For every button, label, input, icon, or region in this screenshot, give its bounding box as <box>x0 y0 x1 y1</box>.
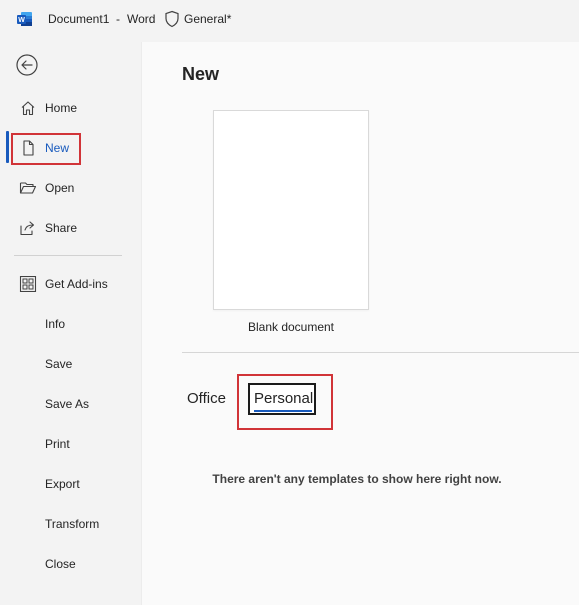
sidebar-item-info[interactable]: Info <box>0 308 140 340</box>
sidebar-item-export[interactable]: Export <box>0 468 140 500</box>
section-divider <box>182 352 579 353</box>
document-name[interactable]: Document1 <box>48 12 109 26</box>
sidebar-item-label: Close <box>45 557 76 571</box>
sidebar-item-label: Home <box>45 101 78 115</box>
highlight-box-new <box>11 133 81 165</box>
back-arrow-icon[interactable] <box>14 52 40 78</box>
svg-text:W: W <box>18 17 25 24</box>
sidebar-item-print[interactable]: Print <box>0 428 140 460</box>
blank-document-label[interactable]: Blank document <box>213 320 369 334</box>
sidebar-item-label: Get Add-ins <box>45 277 108 291</box>
new-page-content: New Blank document Office Personal There… <box>141 42 579 605</box>
sidebar-item-label: Info <box>45 317 66 331</box>
sidebar-item-label: Save <box>45 357 73 371</box>
sidebar-item-label: Print <box>45 437 70 451</box>
sidebar-item-home[interactable]: Home <box>0 92 140 124</box>
title-bar: W Document1 - Word General* <box>0 0 579 40</box>
sidebar-item-close[interactable]: Close <box>0 548 140 580</box>
sidebar-item-save[interactable]: Save <box>0 348 140 380</box>
page-title: New <box>182 64 220 84</box>
sidebar-item-label: Save As <box>45 397 90 411</box>
blank-document-thumbnail[interactable] <box>213 110 369 310</box>
sidebar-item-transform[interactable]: Transform <box>0 508 140 540</box>
share-icon <box>20 221 35 236</box>
home-icon <box>21 101 35 116</box>
sidebar-item-label: Share <box>45 221 78 235</box>
sidebar-item-open[interactable]: Open <box>0 172 140 204</box>
app-name: Word <box>127 12 156 26</box>
sidebar-divider <box>14 255 122 256</box>
word-logo-icon: W <box>17 12 32 26</box>
tab-office[interactable]: Office <box>187 390 226 407</box>
add-ins-grid-icon <box>19 276 37 292</box>
sidebar-item-get-add-ins[interactable]: Get Add-ins <box>0 268 140 300</box>
sensitivity-label[interactable]: General* <box>184 12 231 26</box>
shield-icon[interactable] <box>164 10 180 28</box>
sidebar-item-label: Transform <box>45 517 100 531</box>
sidebar-item-save-as[interactable]: Save As <box>0 388 140 420</box>
highlight-box-personal <box>237 374 333 430</box>
title-separator: - <box>116 12 120 26</box>
sidebar-item-label: Export <box>45 477 80 491</box>
empty-templates-message: There aren't any templates to show here … <box>212 472 502 486</box>
backstage-sidebar: Home New Open Share Get Add-ins Info Sav… <box>0 40 140 605</box>
sidebar-item-label: Open <box>45 181 75 195</box>
folder-open-icon <box>19 182 37 194</box>
sidebar-item-share[interactable]: Share <box>0 212 140 244</box>
